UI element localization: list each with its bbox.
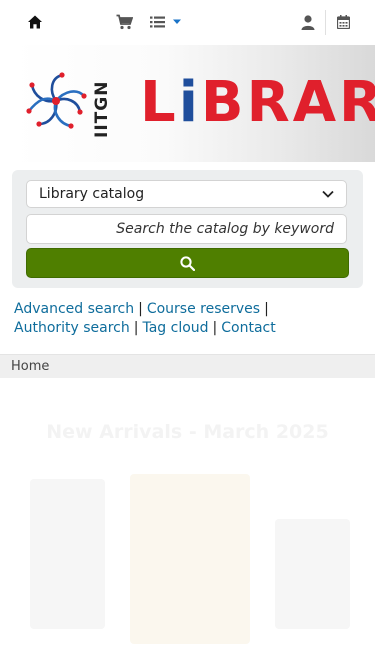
- link-separator: |: [138, 301, 143, 317]
- breadcrumb-home[interactable]: Home: [11, 359, 49, 374]
- logo-letter: A: [292, 70, 340, 135]
- logo-letter: L: [140, 70, 179, 135]
- keyword-search-input[interactable]: Search the catalog by keyword: [26, 214, 347, 244]
- cart-icon: [116, 14, 133, 30]
- navbar-divider: [325, 10, 326, 35]
- search-panel: Library catalog Search the catalog by ke…: [12, 170, 363, 288]
- logo-letter: i: [178, 70, 201, 135]
- link-separator: |: [133, 320, 139, 336]
- search-icon: [180, 255, 195, 271]
- user-icon: [301, 14, 315, 30]
- keyword-search-placeholder: Search the catalog by keyword: [116, 221, 334, 237]
- library-logo-banner[interactable]: IITGN LiBRAR: [12, 45, 375, 162]
- tag-cloud-link[interactable]: Tag cloud: [142, 320, 208, 336]
- faded-book-cover: [30, 479, 105, 629]
- chevron-down-icon: [322, 190, 334, 198]
- links-row-2: Authority search | Tag cloud | Contact: [14, 319, 364, 338]
- news-section: New Arrivals - March 2025: [0, 379, 375, 667]
- logo-letter: R: [339, 70, 375, 135]
- search-scope-value: Library catalog: [39, 186, 145, 202]
- link-separator: |: [212, 320, 218, 336]
- calendar-link[interactable]: [337, 12, 350, 32]
- cart-link[interactable]: [116, 12, 133, 32]
- logo-letter: B: [200, 70, 247, 135]
- login-link[interactable]: [301, 12, 315, 32]
- authority-search-link[interactable]: Authority search: [14, 320, 130, 336]
- contact-link[interactable]: Contact: [221, 320, 275, 336]
- home-link[interactable]: [27, 12, 43, 32]
- logo-library-wordmark: LiBRAR: [140, 67, 375, 139]
- link-separator: |: [264, 301, 269, 317]
- top-navbar: [0, 0, 375, 44]
- links-row-1: Advanced search | Course reserves |: [14, 300, 364, 319]
- calendar-icon: [337, 15, 350, 29]
- home-icon: [28, 15, 42, 29]
- breadcrumb: Home: [0, 354, 375, 378]
- search-scope-select[interactable]: Library catalog: [26, 180, 347, 208]
- search-submit-button[interactable]: [26, 248, 349, 278]
- faded-book-cover: [130, 474, 250, 644]
- caret-down-icon: [173, 19, 181, 24]
- course-reserves-link[interactable]: Course reserves: [147, 301, 260, 317]
- news-title: New Arrivals - March 2025: [46, 421, 329, 443]
- logo-letter: R: [246, 70, 293, 135]
- more-searches-links: Advanced search | Course reserves | Authori…: [14, 300, 364, 338]
- list-icon: [150, 16, 165, 28]
- lists-dropdown[interactable]: [150, 12, 182, 32]
- advanced-search-link[interactable]: Advanced search: [14, 301, 134, 317]
- faded-book-cover: [275, 519, 350, 629]
- iitgn-emblem-icon: [26, 72, 87, 129]
- logo-org-text: IITGN: [92, 80, 112, 138]
